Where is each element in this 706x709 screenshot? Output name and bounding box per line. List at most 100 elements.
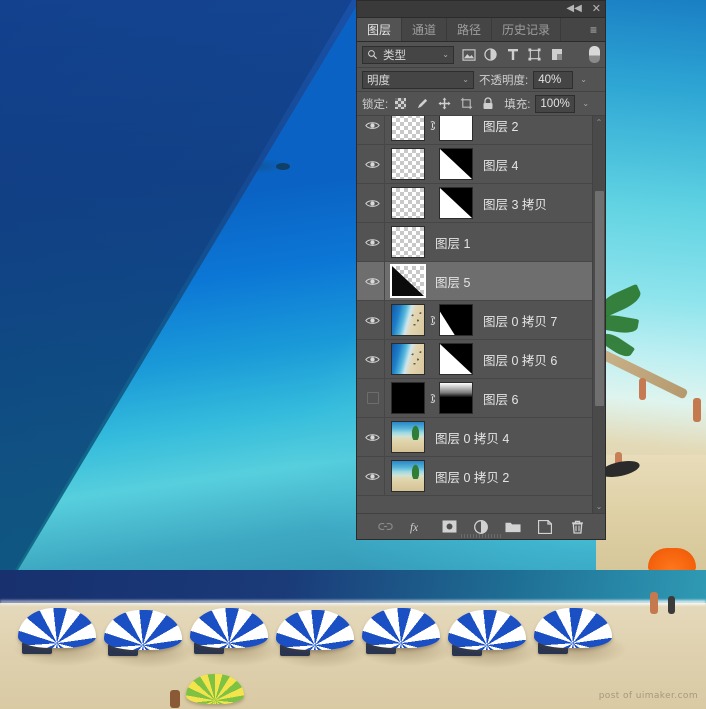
layer-thumbnail[interactable] <box>391 187 425 219</box>
layer-name[interactable]: 图层 4 <box>483 155 518 174</box>
layer-filter-row[interactable]: 类型 ⌄ <box>357 42 605 68</box>
layer-row[interactable]: 图层 2 <box>357 116 592 145</box>
smart-object-filter-icon[interactable] <box>549 47 564 62</box>
opacity-input[interactable]: 40% <box>533 70 574 89</box>
layer-thumbnail[interactable] <box>391 382 425 414</box>
layer-name[interactable]: 图层 0 拷贝 6 <box>483 350 557 369</box>
add-layer-mask-button[interactable] <box>441 519 457 535</box>
layer-visibility-toggle-on[interactable] <box>361 184 385 222</box>
panel-footer-toolbar[interactable]: fx <box>357 513 605 539</box>
lock-artboard-icon[interactable] <box>459 97 473 111</box>
layer-thumbnail[interactable] <box>391 421 425 453</box>
tab-layers[interactable]: 图层 <box>357 18 403 41</box>
delete-layer-button[interactable] <box>569 519 585 535</box>
layer-row[interactable]: 图层 6 <box>357 379 592 418</box>
scroll-up-icon[interactable]: ⌃ <box>593 116 605 129</box>
lock-image-pixels-icon[interactable] <box>415 97 429 111</box>
scroll-down-icon[interactable]: ⌄ <box>593 500 605 513</box>
mask-link-icon[interactable] <box>425 392 439 405</box>
layer-mask-thumbnail[interactable] <box>439 304 473 336</box>
lock-icon-group[interactable] <box>393 97 495 111</box>
layer-mask-thumbnail[interactable] <box>439 343 473 375</box>
layer-style-fx-button[interactable]: fx <box>409 519 425 535</box>
collapse-panel-icon[interactable]: ◀◀ <box>566 4 581 14</box>
layer-name[interactable]: 图层 5 <box>435 272 470 291</box>
layer-name[interactable]: 图层 2 <box>483 116 518 135</box>
layer-mask-thumbnail[interactable] <box>439 187 473 219</box>
layer-thumbnail[interactable] <box>391 226 425 258</box>
layers-panel[interactable]: ◀◀ ✕ 图层 通道 路径 历史记录 ≡ 类型 ⌄ 明度 ⌄ 不透明度: 40%… <box>356 0 606 540</box>
layer-thumbnail[interactable] <box>391 460 425 492</box>
opacity-stepper-icon[interactable]: ⌄ <box>578 75 589 84</box>
panel-resize-grip[interactable] <box>461 534 501 538</box>
layer-name[interactable]: 图层 0 拷贝 2 <box>435 467 509 486</box>
new-group-button[interactable] <box>505 519 521 535</box>
type-filter-icon[interactable] <box>505 47 520 62</box>
layer-visibility-toggle-off[interactable] <box>361 379 385 417</box>
fill-input[interactable]: 100% <box>535 94 576 113</box>
close-panel-icon[interactable]: ✕ <box>592 3 601 15</box>
panel-titlebar[interactable]: ◀◀ ✕ <box>357 1 605 18</box>
layer-row[interactable]: 图层 0 拷贝 2 <box>357 457 592 496</box>
layer-visibility-toggle-on[interactable] <box>361 340 385 378</box>
layer-row[interactable]: 图层 3 拷贝 <box>357 184 592 223</box>
link-layers-button[interactable] <box>377 519 393 535</box>
layer-mask-thumbnail[interactable] <box>439 148 473 180</box>
scrollbar-thumb[interactable] <box>595 191 604 406</box>
tab-history[interactable]: 历史记录 <box>492 18 562 41</box>
layer-thumbnail[interactable] <box>391 304 425 336</box>
layer-visibility-toggle-on[interactable] <box>361 457 385 495</box>
layer-thumbnail[interactable] <box>391 148 425 180</box>
layer-visibility-toggle-on[interactable] <box>361 262 385 300</box>
new-adjustment-layer-button[interactable] <box>473 519 489 535</box>
filter-enable-toggle[interactable] <box>589 46 600 63</box>
lock-position-icon[interactable] <box>437 97 451 111</box>
layer-list[interactable]: 图层 2 图层 4 图层 3 拷贝图层 1 图层 5 图层 0 拷贝 7 图层 0 拷贝 … <box>357 116 605 513</box>
mask-link-icon[interactable] <box>425 314 439 327</box>
filter-icon-group[interactable] <box>461 47 564 62</box>
layer-thumbnail[interactable] <box>390 264 426 298</box>
shape-filter-icon[interactable] <box>527 47 542 62</box>
layer-mask-thumbnail[interactable] <box>439 116 473 141</box>
tab-paths[interactable]: 路径 <box>447 18 493 41</box>
tab-channels[interactable]: 通道 <box>402 18 448 41</box>
layer-name[interactable]: 图层 3 拷贝 <box>483 194 547 213</box>
layer-list-scrollbar[interactable]: ⌃ ⌄ <box>592 116 605 513</box>
layer-name[interactable]: 图层 1 <box>435 233 470 252</box>
fill-label: 填充: <box>504 98 531 111</box>
layer-row[interactable]: 图层 5 <box>357 262 592 301</box>
orange-umbrella <box>648 548 696 572</box>
layer-visibility-toggle-on[interactable] <box>361 301 385 339</box>
layer-row[interactable]: 图层 1 <box>357 223 592 262</box>
pixel-filter-icon[interactable] <box>461 47 476 62</box>
panel-tabs[interactable]: 图层 通道 路径 历史记录 ≡ <box>357 18 605 42</box>
layer-visibility-toggle-on[interactable] <box>361 223 385 261</box>
layer-visibility-toggle-on[interactable] <box>361 145 385 183</box>
lock-all-icon[interactable] <box>481 97 495 111</box>
layer-name[interactable]: 图层 0 拷贝 7 <box>483 311 557 330</box>
layer-row[interactable]: 图层 0 拷贝 7 <box>357 301 592 340</box>
layer-visibility-toggle-on[interactable] <box>361 116 385 144</box>
layer-name[interactable]: 图层 0 拷贝 4 <box>435 428 509 447</box>
blend-mode-row[interactable]: 明度 ⌄ 不透明度: 40% ⌄ <box>357 68 605 92</box>
chevron-down-icon[interactable]: ⌄ <box>462 75 469 84</box>
lock-row[interactable]: 锁定: 填充: 100% ⌄ <box>357 92 605 116</box>
layer-row[interactable]: 图层 0 拷贝 4 <box>357 418 592 457</box>
layer-thumbnail[interactable] <box>391 116 425 141</box>
blend-mode-select[interactable]: 明度 ⌄ <box>362 70 474 89</box>
layer-name[interactable]: 图层 6 <box>483 389 518 408</box>
beach-umbrella <box>190 608 268 648</box>
panel-menu-icon[interactable]: ≡ <box>582 18 605 41</box>
layer-mask-thumbnail[interactable] <box>439 382 473 414</box>
new-layer-button[interactable] <box>537 519 553 535</box>
filter-type-select[interactable]: 类型 ⌄ <box>362 45 454 64</box>
layer-thumbnail[interactable] <box>391 343 425 375</box>
layer-row[interactable]: 图层 4 <box>357 145 592 184</box>
adjustment-filter-icon[interactable] <box>483 47 498 62</box>
lock-transparent-pixels-icon[interactable] <box>393 97 407 111</box>
mask-link-icon[interactable] <box>425 119 439 132</box>
chevron-down-icon[interactable]: ⌄ <box>442 50 449 59</box>
fill-stepper-icon[interactable]: ⌄ <box>580 99 591 108</box>
layer-visibility-toggle-on[interactable] <box>361 418 385 456</box>
layer-row[interactable]: 图层 0 拷贝 6 <box>357 340 592 379</box>
